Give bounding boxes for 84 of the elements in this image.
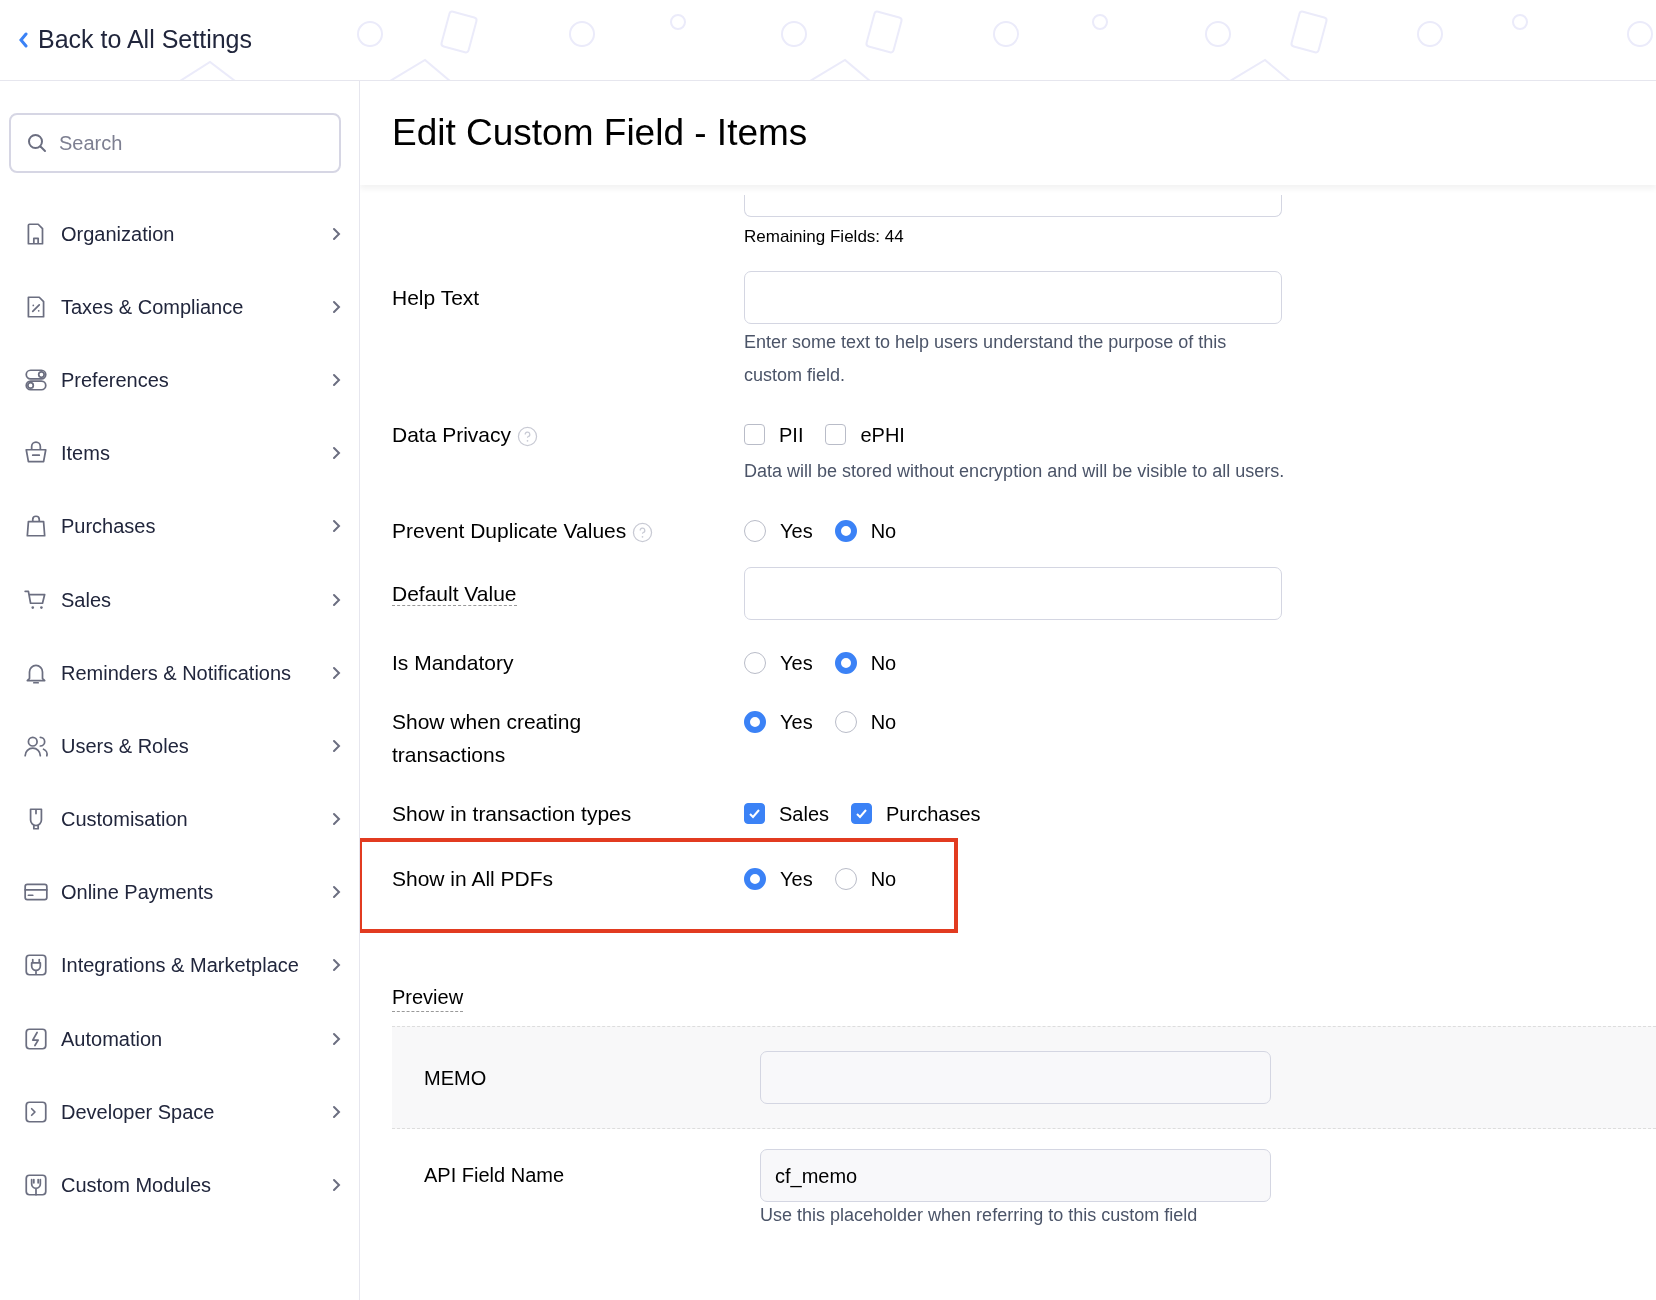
sidebar-item[interactable]: Automation — [9, 1002, 341, 1076]
sidebar-item[interactable]: Developer Space — [9, 1075, 341, 1149]
chevron-right-icon — [331, 226, 341, 241]
search-field[interactable]: Search — [9, 113, 341, 173]
radio-button[interactable] — [834, 519, 857, 542]
option-label: No — [870, 866, 897, 892]
checkbox[interactable] — [744, 803, 765, 824]
checkbox[interactable] — [744, 424, 765, 445]
radio-button[interactable] — [834, 651, 857, 674]
option-label: Yes — [780, 650, 813, 676]
chevron-right-icon — [331, 446, 341, 461]
radio-button[interactable] — [834, 867, 857, 890]
hint-text: Enter some text to help users understand the purpose of this custom field. — [744, 331, 1228, 387]
field-label: MEMO — [424, 1065, 488, 1091]
back-link[interactable]: Back to All Settings — [18, 21, 252, 59]
plug-icon — [23, 952, 49, 979]
sidebar-item[interactable]: Online Payments — [9, 855, 341, 929]
checkbox[interactable] — [825, 424, 847, 445]
chevron-right-icon — [331, 885, 341, 900]
sidebar-item[interactable]: Taxes & Compliance — [9, 270, 341, 344]
module-icon — [23, 1172, 49, 1199]
hint-text: Data will be stored without encryption and will be visible to all users. — [744, 460, 1286, 483]
sidebar-item[interactable]: Purchases — [9, 489, 341, 563]
page-title: Edit Custom Field - Items — [392, 110, 808, 155]
section-title: Preview — [392, 983, 464, 1012]
sidebar-item[interactable]: Integrations & Marketplace — [9, 928, 341, 1003]
input-field[interactable] — [760, 1051, 1271, 1104]
chevron-right-icon — [331, 665, 341, 680]
option-label: Sales — [779, 801, 830, 827]
sidebar-item[interactable]: Users & Roles — [9, 709, 341, 783]
field-label: Default Value — [392, 582, 517, 606]
chevron-right-icon — [331, 1178, 341, 1193]
radio-button[interactable] — [744, 519, 766, 542]
field-label: Is Mandatory — [392, 651, 514, 674]
option-label: No — [870, 650, 897, 676]
field-label: Help Text — [392, 286, 480, 309]
chevron-right-icon — [331, 738, 341, 753]
input-field[interactable] — [744, 567, 1282, 620]
chevron-right-icon — [331, 958, 341, 973]
chevron-right-icon — [331, 1104, 341, 1119]
field-label: Prevent Duplicate Values — [392, 519, 627, 542]
chevron-left-icon — [18, 32, 28, 48]
sidebar-item[interactable]: Customisation — [9, 782, 341, 856]
toggle-icon — [23, 366, 49, 393]
checkbox[interactable] — [851, 803, 873, 824]
sidebar-item[interactable]: Reminders & Notifications — [9, 636, 341, 710]
input-field[interactable] — [744, 195, 1282, 217]
option-label: Yes — [780, 709, 813, 735]
radio-button[interactable] — [744, 651, 766, 674]
radio-button[interactable] — [834, 710, 857, 733]
remaining-fields-text: Remaining Fields: 44 — [744, 226, 905, 248]
terminal-icon — [23, 1098, 49, 1125]
chevron-right-icon — [331, 519, 341, 534]
field-label: API Field Name — [424, 1163, 566, 1188]
sidebar-item[interactable]: Preferences — [9, 343, 341, 417]
option-label: No — [870, 709, 897, 735]
option-label: Purchases — [886, 801, 981, 827]
chevron-right-icon — [331, 372, 341, 387]
sidebar-item[interactable]: Sales — [9, 562, 341, 637]
chevron-right-icon — [331, 592, 341, 607]
option-label: ePHI — [860, 422, 905, 448]
hint-text: Use this placeholder when referring to this custom field — [760, 1204, 1199, 1227]
sidebar-item[interactable]: Organization — [9, 197, 341, 271]
field-label: Show in transaction types — [392, 802, 632, 825]
lightning-icon — [23, 1025, 49, 1052]
radio-button[interactable] — [744, 867, 766, 890]
option-label: Yes — [780, 866, 813, 892]
radio-button[interactable] — [744, 710, 766, 733]
search-icon — [27, 133, 47, 153]
field-label: Data Privacy — [392, 423, 512, 446]
field-label: Show in All PDFs — [392, 867, 554, 890]
option-label: Yes — [780, 518, 813, 544]
chevron-right-icon — [331, 299, 341, 314]
field-label: Show when creating transactions — [392, 710, 582, 766]
check-icon — [855, 807, 869, 820]
option-label: PII — [779, 422, 804, 448]
input-field[interactable] — [744, 271, 1282, 324]
check-icon — [748, 807, 761, 820]
input-field[interactable]: cf_memo — [760, 1149, 1271, 1202]
chevron-right-icon — [331, 812, 341, 827]
sidebar-item[interactable]: Items — [9, 416, 341, 490]
chevron-right-icon — [331, 1031, 341, 1046]
sidebar-item[interactable]: Custom Modules — [9, 1148, 341, 1222]
option-label: No — [870, 518, 897, 544]
